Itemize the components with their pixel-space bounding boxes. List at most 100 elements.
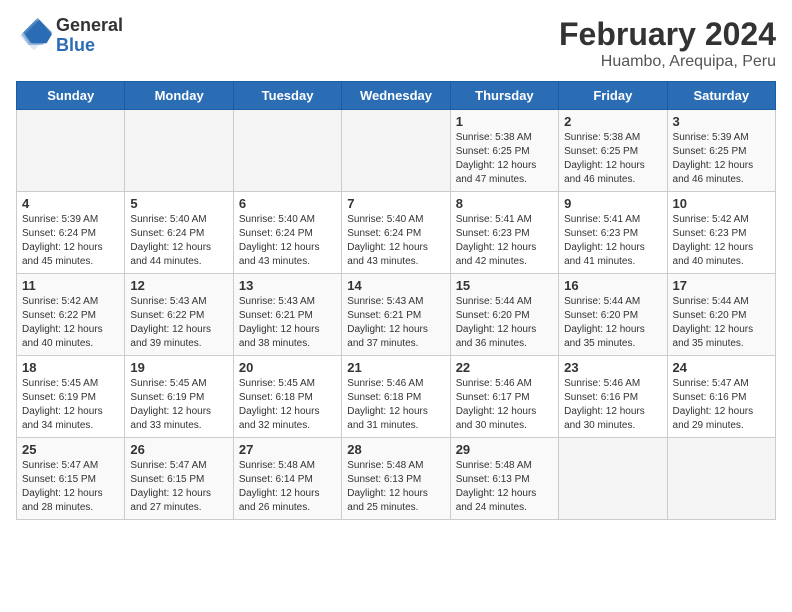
day-info: Sunrise: 5:38 AM Sunset: 6:25 PM Dayligh… xyxy=(564,131,661,187)
day-info: Sunrise: 5:45 AM Sunset: 6:18 PM Dayligh… xyxy=(239,377,336,433)
day-info: Sunrise: 5:44 AM Sunset: 6:20 PM Dayligh… xyxy=(456,295,553,351)
day-number: 11 xyxy=(22,278,119,293)
day-number: 19 xyxy=(130,360,227,375)
calendar-cell-w3-d4: 14 Sunrise: 5:43 AM Sunset: 6:21 PM Dayli… xyxy=(342,274,450,356)
day-number: 13 xyxy=(239,278,336,293)
logo: General Blue xyxy=(16,16,123,56)
calendar-cell-w1-d6: 2Sunrise: 5:38 AM Sunset: 6:25 PM Daylig… xyxy=(559,110,667,192)
day-number: 9 xyxy=(564,196,661,211)
calendar-cell-w4-d3: 20 Sunrise: 5:45 AM Sunset: 6:18 PM Dayli… xyxy=(233,356,341,438)
day-number: 7 xyxy=(347,196,444,211)
day-info: Sunrise: 5:44 AM Sunset: 6:20 PM Dayligh… xyxy=(673,295,770,351)
day-info: Sunrise: 5:42 AM Sunset: 6:23 PM Dayligh… xyxy=(673,213,770,269)
calendar-cell-w1-d1 xyxy=(17,110,125,192)
weekday-header-saturday: Saturday xyxy=(667,82,775,110)
calendar-cell-w1-d2 xyxy=(125,110,233,192)
calendar-cell-w2-d3: 6 Sunrise: 5:40 AM Sunset: 6:24 PM Daylig… xyxy=(233,192,341,274)
day-info: Sunrise: 5:47 AM Sunset: 6:15 PM Dayligh… xyxy=(130,459,227,515)
day-info: Sunrise: 5:48 AM Sunset: 6:13 PM Dayligh… xyxy=(347,459,444,515)
calendar-cell-w5-d7 xyxy=(667,438,775,520)
calendar-header: SundayMondayTuesdayWednesdayThursdayFrid… xyxy=(17,82,776,110)
day-number: 6 xyxy=(239,196,336,211)
calendar-cell-w2-d6: 9 Sunrise: 5:41 AM Sunset: 6:23 PM Daylig… xyxy=(559,192,667,274)
calendar-cell-w5-d5: 29 Sunrise: 5:48 AM Sunset: 6:13 PM Dayli… xyxy=(450,438,558,520)
day-info: Sunrise: 5:45 AM Sunset: 6:19 PM Dayligh… xyxy=(22,377,119,433)
day-number: 17 xyxy=(673,278,770,293)
calendar-cell-w4-d5: 22 Sunrise: 5:46 AM Sunset: 6:17 PM Dayli… xyxy=(450,356,558,438)
calendar-cell-w4-d6: 23 Sunrise: 5:46 AM Sunset: 6:16 PM Dayli… xyxy=(559,356,667,438)
day-info: Sunrise: 5:40 AM Sunset: 6:24 PM Dayligh… xyxy=(347,213,444,269)
logo-text: General Blue xyxy=(56,16,123,56)
day-number: 12 xyxy=(130,278,227,293)
day-info: Sunrise: 5:46 AM Sunset: 6:16 PM Dayligh… xyxy=(564,377,661,433)
calendar-cell-w2-d7: 10 Sunrise: 5:42 AM Sunset: 6:23 PM Dayli… xyxy=(667,192,775,274)
day-number: 21 xyxy=(347,360,444,375)
day-info: Sunrise: 5:41 AM Sunset: 6:23 PM Dayligh… xyxy=(456,213,553,269)
calendar-cell-w4-d1: 18 Sunrise: 5:45 AM Sunset: 6:19 PM Dayli… xyxy=(17,356,125,438)
day-number: 10 xyxy=(673,196,770,211)
day-info: Sunrise: 5:46 AM Sunset: 6:18 PM Dayligh… xyxy=(347,377,444,433)
day-info: Sunrise: 5:40 AM Sunset: 6:24 PM Dayligh… xyxy=(130,213,227,269)
calendar-cell-w3-d5: 15 Sunrise: 5:44 AM Sunset: 6:20 PM Dayli… xyxy=(450,274,558,356)
day-info: Sunrise: 5:48 AM Sunset: 6:13 PM Dayligh… xyxy=(456,459,553,515)
weekday-header-thursday: Thursday xyxy=(450,82,558,110)
day-number: 23 xyxy=(564,360,661,375)
weekday-header-row: SundayMondayTuesdayWednesdayThursdayFrid… xyxy=(17,82,776,110)
weekday-header-monday: Monday xyxy=(125,82,233,110)
day-number: 4 xyxy=(22,196,119,211)
day-number: 20 xyxy=(239,360,336,375)
day-info: Sunrise: 5:46 AM Sunset: 6:17 PM Dayligh… xyxy=(456,377,553,433)
day-info: Sunrise: 5:44 AM Sunset: 6:20 PM Dayligh… xyxy=(564,295,661,351)
day-info: Sunrise: 5:40 AM Sunset: 6:24 PM Dayligh… xyxy=(239,213,336,269)
day-number: 22 xyxy=(456,360,553,375)
day-info: Sunrise: 5:48 AM Sunset: 6:14 PM Dayligh… xyxy=(239,459,336,515)
calendar-cell-w3-d1: 11 Sunrise: 5:42 AM Sunset: 6:22 PM Dayli… xyxy=(17,274,125,356)
day-info: Sunrise: 5:39 AM Sunset: 6:25 PM Dayligh… xyxy=(673,131,770,187)
calendar-cell-w5-d1: 25 Sunrise: 5:47 AM Sunset: 6:15 PM Dayli… xyxy=(17,438,125,520)
calendar-cell-w2-d5: 8 Sunrise: 5:41 AM Sunset: 6:23 PM Daylig… xyxy=(450,192,558,274)
day-info: Sunrise: 5:43 AM Sunset: 6:21 PM Dayligh… xyxy=(239,295,336,351)
day-number: 25 xyxy=(22,442,119,457)
calendar-week-5: 25 Sunrise: 5:47 AM Sunset: 6:15 PM Dayli… xyxy=(17,438,776,520)
calendar-cell-w1-d7: 3 Sunrise: 5:39 AM Sunset: 6:25 PM Daylig… xyxy=(667,110,775,192)
calendar-subtitle: Huambo, Arequipa, Peru xyxy=(559,53,776,71)
calendar-cell-w4-d4: 21 Sunrise: 5:46 AM Sunset: 6:18 PM Dayli… xyxy=(342,356,450,438)
title-block: February 2024 Huambo, Arequipa, Peru xyxy=(559,16,776,71)
calendar-cell-w2-d1: 4Sunrise: 5:39 AM Sunset: 6:24 PM Daylig… xyxy=(17,192,125,274)
day-number: 15 xyxy=(456,278,553,293)
day-number: 18 xyxy=(22,360,119,375)
day-info: Sunrise: 5:42 AM Sunset: 6:22 PM Dayligh… xyxy=(22,295,119,351)
day-number: 28 xyxy=(347,442,444,457)
day-info: Sunrise: 5:47 AM Sunset: 6:16 PM Dayligh… xyxy=(673,377,770,433)
calendar-cell-w3-d6: 16 Sunrise: 5:44 AM Sunset: 6:20 PM Dayli… xyxy=(559,274,667,356)
calendar-week-4: 18 Sunrise: 5:45 AM Sunset: 6:19 PM Dayli… xyxy=(17,356,776,438)
day-number: 14 xyxy=(347,278,444,293)
day-info: Sunrise: 5:45 AM Sunset: 6:19 PM Dayligh… xyxy=(130,377,227,433)
calendar-table: SundayMondayTuesdayWednesdayThursdayFrid… xyxy=(16,81,776,520)
page-header: General Blue February 2024 Huambo, Arequ… xyxy=(16,16,776,71)
calendar-week-2: 4Sunrise: 5:39 AM Sunset: 6:24 PM Daylig… xyxy=(17,192,776,274)
day-info: Sunrise: 5:43 AM Sunset: 6:22 PM Dayligh… xyxy=(130,295,227,351)
day-info: Sunrise: 5:41 AM Sunset: 6:23 PM Dayligh… xyxy=(564,213,661,269)
calendar-cell-w1-d5: 1Sunrise: 5:38 AM Sunset: 6:25 PM Daylig… xyxy=(450,110,558,192)
weekday-header-friday: Friday xyxy=(559,82,667,110)
day-number: 29 xyxy=(456,442,553,457)
day-number: 8 xyxy=(456,196,553,211)
day-info: Sunrise: 5:38 AM Sunset: 6:25 PM Dayligh… xyxy=(456,131,553,187)
weekday-header-sunday: Sunday xyxy=(17,82,125,110)
day-info: Sunrise: 5:43 AM Sunset: 6:21 PM Dayligh… xyxy=(347,295,444,351)
calendar-cell-w5-d4: 28 Sunrise: 5:48 AM Sunset: 6:13 PM Dayli… xyxy=(342,438,450,520)
day-info: Sunrise: 5:47 AM Sunset: 6:15 PM Dayligh… xyxy=(22,459,119,515)
day-number: 24 xyxy=(673,360,770,375)
logo-icon xyxy=(16,18,52,54)
day-number: 26 xyxy=(130,442,227,457)
day-number: 16 xyxy=(564,278,661,293)
day-number: 27 xyxy=(239,442,336,457)
weekday-header-wednesday: Wednesday xyxy=(342,82,450,110)
calendar-week-1: 1Sunrise: 5:38 AM Sunset: 6:25 PM Daylig… xyxy=(17,110,776,192)
calendar-body: 1Sunrise: 5:38 AM Sunset: 6:25 PM Daylig… xyxy=(17,110,776,520)
logo-blue-text: Blue xyxy=(56,36,123,56)
calendar-title: February 2024 xyxy=(559,16,776,53)
calendar-cell-w5-d3: 27 Sunrise: 5:48 AM Sunset: 6:14 PM Dayli… xyxy=(233,438,341,520)
day-number: 3 xyxy=(673,114,770,129)
